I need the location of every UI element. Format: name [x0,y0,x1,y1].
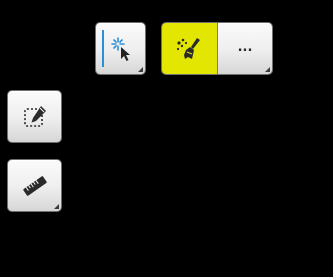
select-tool-button[interactable] [95,22,146,75]
pencil-selection-icon [23,105,46,127]
submenu-indicator [265,67,270,72]
ruler-pencil-icon [22,175,47,196]
magic-broom-icon [177,37,201,59]
submenu-indicator [54,204,59,209]
more-button[interactable]: ... [216,23,272,74]
brush-tool-group: ... [161,22,273,75]
sparkle-cursor-icon [110,36,130,61]
brush-tool-button[interactable] [162,23,217,74]
edit-selection-button[interactable] [7,90,62,143]
submenu-indicator [138,67,143,72]
more-icon: ... [237,39,253,55]
measure-tool-button[interactable] [7,159,62,212]
active-indicator-bar [102,30,104,67]
